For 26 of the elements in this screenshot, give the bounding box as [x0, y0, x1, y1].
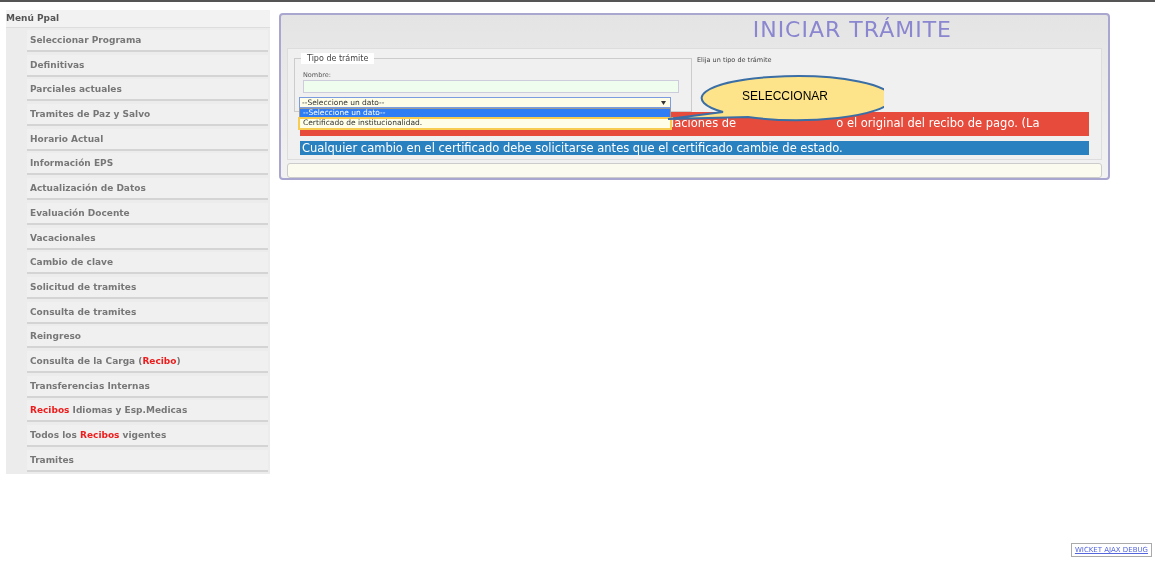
menu-item[interactable]: Parciales actuales — [27, 79, 268, 102]
menu-item[interactable]: Todos los Recibos vigentes — [27, 425, 268, 447]
menu-item[interactable]: Horario Actual — [27, 128, 268, 151]
info-banner: Cualquier cambio en el certificado debe solicitarse antes que el certificado cambie de estado. — [300, 141, 1089, 156]
menu-item[interactable]: Tramites de Paz y Salvo — [27, 104, 268, 127]
fieldset-legend: Tipo de trámite — [301, 53, 375, 65]
menu-item[interactable]: Seleccionar Programa — [27, 30, 268, 52]
menu-item[interactable]: Evaluación Docente — [27, 202, 268, 225]
menu-item[interactable]: Tramites — [27, 449, 268, 472]
menu-item[interactable]: Recibos Idiomas y Esp.Medicas — [27, 400, 268, 423]
menu-item[interactable]: Consulta de tramites — [27, 301, 268, 324]
page-title: INICIAR TRÁMITE — [752, 16, 952, 44]
menu-item[interactable]: Cambio de clave — [27, 252, 268, 275]
warning-text: laciones de — [671, 116, 737, 133]
menu-item[interactable]: Definitivas — [27, 54, 268, 77]
caret-icon — [661, 101, 666, 106]
menu-item[interactable]: Solicitud de tramites — [27, 276, 268, 299]
menu-item[interactable]: Actualización de Datos — [27, 178, 268, 201]
menu-item[interactable]: Transferencias Internas — [27, 375, 268, 398]
menu-item[interactable]: Consulta de la Carga (Recibo) — [27, 350, 268, 373]
warning-text: o el original del recibo de pago. (La — [836, 116, 1040, 133]
menu-item[interactable]: Vacacionales — [27, 227, 268, 250]
menu-title: Menú Ppal — [6, 10, 270, 28]
menu-item[interactable]: Reingreso — [27, 326, 268, 349]
name-input-field[interactable] — [303, 80, 679, 94]
menu-item[interactable]: Información EPS — [27, 153, 268, 176]
